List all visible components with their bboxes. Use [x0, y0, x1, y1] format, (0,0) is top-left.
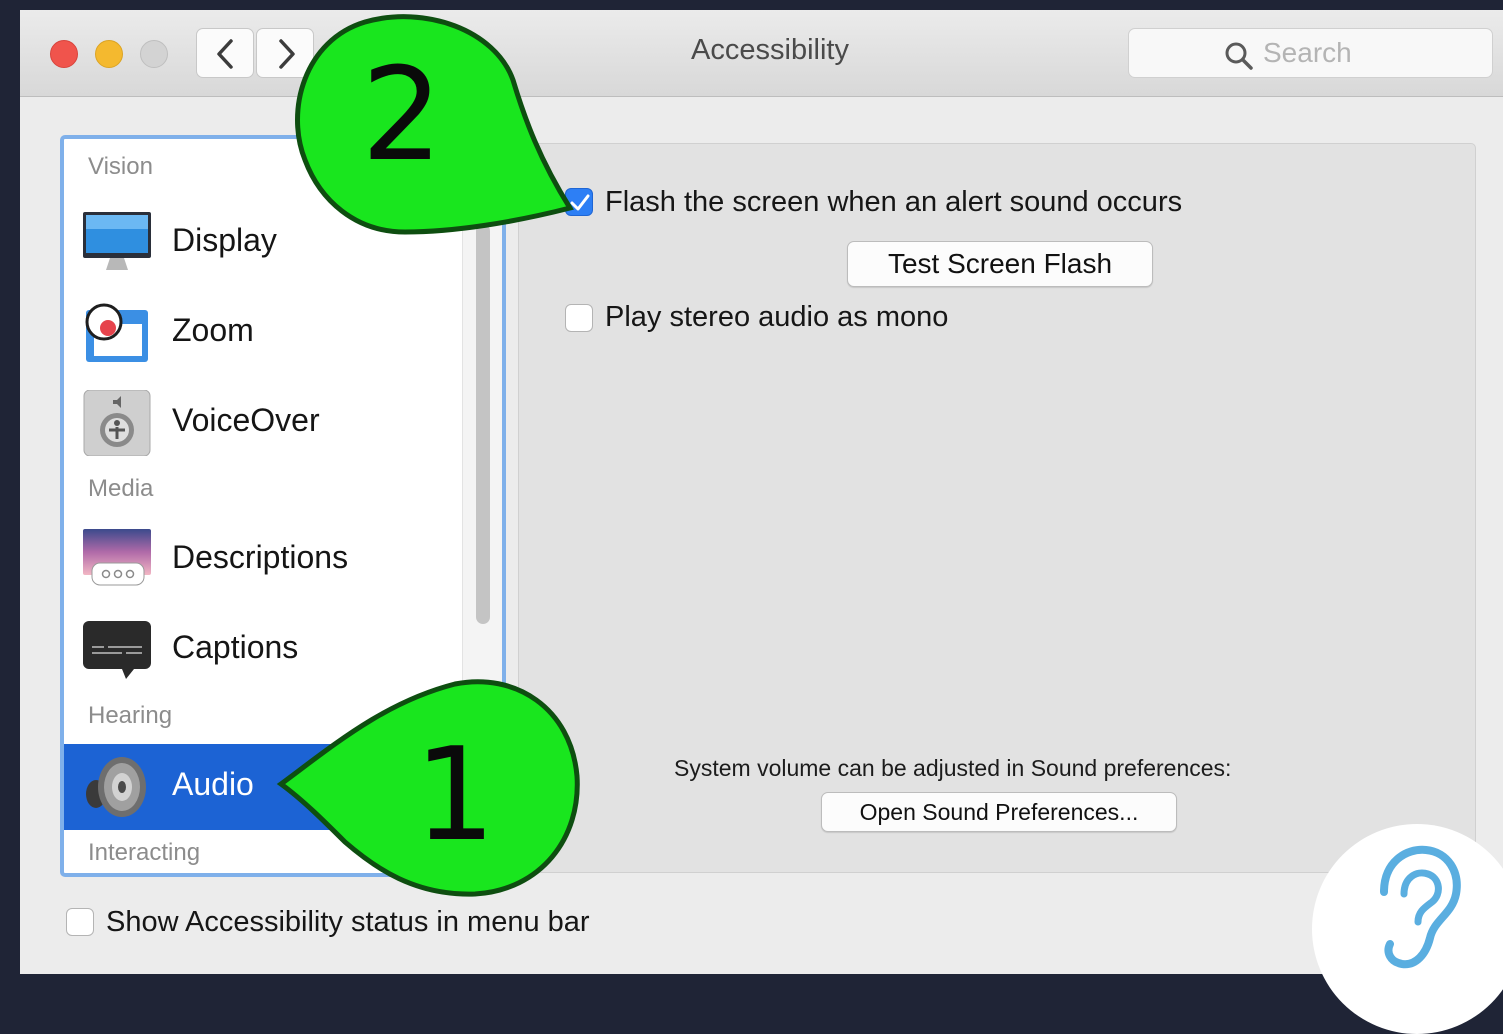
callout-2-number: 2 — [361, 41, 443, 190]
display-icon — [83, 212, 151, 270]
chevron-left-icon — [217, 39, 233, 69]
sidebar-item-zoom[interactable]: Zoom — [64, 290, 462, 376]
captions-icon — [83, 621, 151, 679]
stereo-mono-label[interactable]: Play stereo audio as mono — [605, 301, 948, 334]
title-bar: Accessibility — [20, 10, 1503, 97]
sidebar-item-voiceover[interactable]: VoiceOver — [64, 380, 462, 466]
ear-logo-badge — [1312, 824, 1503, 1034]
sidebar-item-label: Audio — [172, 766, 254, 802]
sidebar-item-label: VoiceOver — [172, 402, 320, 438]
ear-icon — [1380, 845, 1461, 969]
zoom-icon — [85, 303, 148, 362]
callout-1-badge: 1 — [275, 672, 585, 900]
back-button[interactable] — [196, 28, 254, 78]
preferences-window: Accessibility Vision Display — [20, 10, 1503, 974]
voiceover-icon — [83, 390, 151, 456]
show-status-label[interactable]: Show Accessibility status in menu bar — [106, 906, 590, 939]
sidebar-item-label: Zoom — [172, 312, 254, 348]
section-header-hearing: Hearing — [88, 702, 173, 729]
flash-screen-label[interactable]: Flash the screen when an alert sound occ… — [605, 186, 1182, 219]
sidebar-item-label: Captions — [172, 629, 299, 665]
section-header-vision: Vision — [88, 153, 153, 180]
open-sound-preferences-button[interactable]: Open Sound Preferences... — [821, 792, 1177, 832]
sidebar-item-label: Display — [172, 222, 277, 258]
callout-2-badge: 2 — [285, 10, 585, 240]
minimize-button[interactable] — [95, 40, 123, 68]
callout-1-number: 1 — [414, 721, 496, 870]
zoom-button[interactable] — [140, 40, 168, 68]
stereo-mono-checkbox[interactable] — [565, 304, 593, 332]
scrollbar-thumb[interactable] — [476, 224, 490, 624]
section-header-media: Media — [88, 475, 154, 502]
close-button[interactable] — [50, 40, 78, 68]
sidebar-item-label: Descriptions — [172, 539, 349, 575]
volume-note: System volume can be adjusted in Sound p… — [674, 755, 1232, 781]
search-icon — [1225, 42, 1253, 70]
audio-settings-panel: Flash the screen when an alert sound occ… — [518, 143, 1476, 873]
show-status-checkbox[interactable] — [66, 908, 94, 936]
sidebar-item-descriptions[interactable]: Descriptions — [64, 517, 462, 603]
test-screen-flash-button[interactable]: Test Screen Flash — [847, 241, 1153, 287]
speaker-icon — [86, 757, 146, 817]
window-title: Accessibility — [691, 34, 849, 66]
search-field[interactable] — [1128, 28, 1493, 78]
section-header-interacting: Interacting — [88, 839, 201, 866]
search-input[interactable] — [1263, 35, 1463, 71]
descriptions-icon — [83, 529, 151, 586]
